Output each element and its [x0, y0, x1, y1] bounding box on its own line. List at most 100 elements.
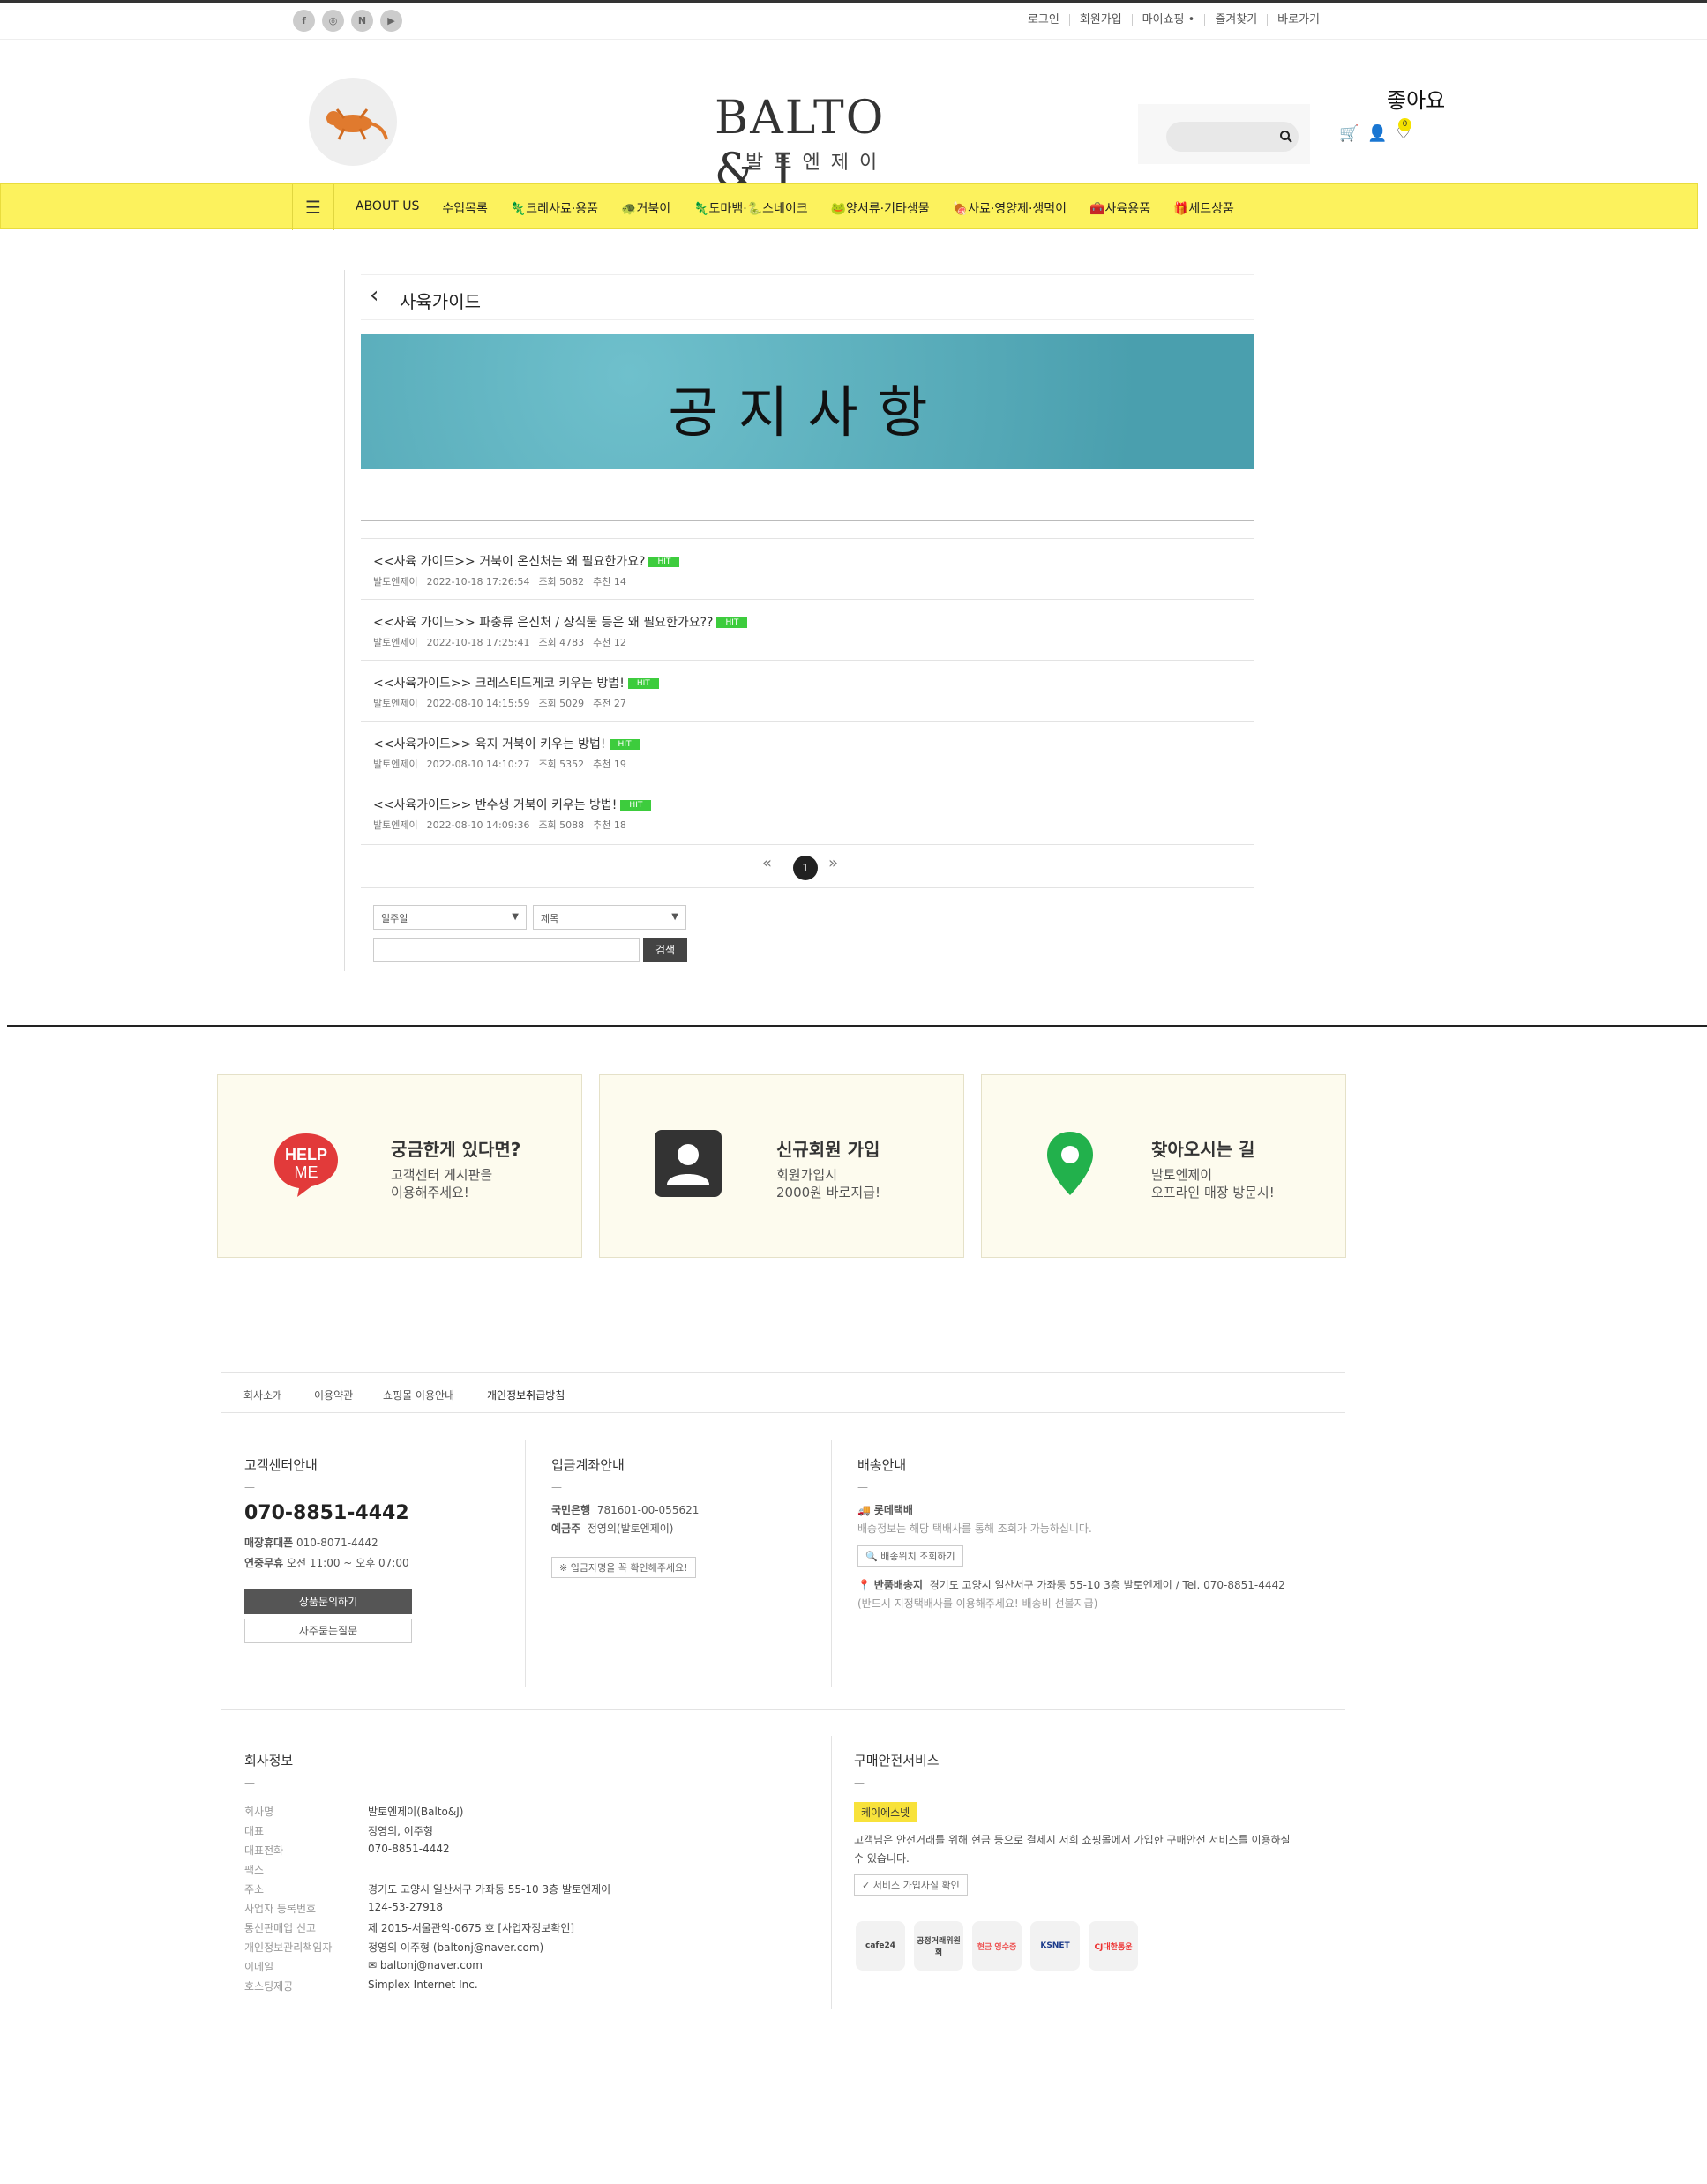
- cj-logo[interactable]: CJ대한통운: [1089, 1921, 1138, 1971]
- post-date: 2022-08-10 14:09:36: [426, 819, 530, 831]
- post-recommend: 추천 12: [593, 637, 626, 648]
- back-arrow-icon[interactable]: ‹: [370, 282, 378, 309]
- board-search-input[interactable]: [373, 938, 640, 962]
- list-item[interactable]: <<사육가이드>> 반수생 거북이 키우는 방법! HIT 발토엔제이 2022-0…: [361, 782, 1254, 842]
- row-value: 발토엔제이(Balto&J): [368, 1806, 464, 1818]
- cafe24-logo[interactable]: cafe24: [856, 1921, 905, 1971]
- post-author: 발토엔제이: [373, 576, 418, 587]
- prev-page-icon[interactable]: «: [762, 854, 772, 872]
- ksnet-logo[interactable]: KSNET: [1030, 1921, 1080, 1971]
- footer-link-guide[interactable]: 쇼핑몰 이용안내: [383, 1387, 454, 1402]
- card-title: 신규회원 가입: [776, 1139, 880, 1160]
- post-date: 2022-10-18 17:26:54: [426, 576, 530, 587]
- current-page[interactable]: 1: [793, 856, 818, 880]
- row-label: 회사명: [244, 1806, 274, 1818]
- card-line2: 이용해주세요!: [391, 1185, 469, 1200]
- nav-sets[interactable]: 🎁세트상품: [1173, 199, 1234, 217]
- ksnet-badge: 케이에스넷: [854, 1802, 917, 1822]
- nav-crested[interactable]: 🦎크레사료·용품: [511, 199, 598, 217]
- nav-imports[interactable]: 수입목록: [442, 199, 488, 217]
- post-title[interactable]: <<사육가이드>> 육지 거북이 키우는 방법!: [373, 737, 606, 752]
- post-author: 발토엔제이: [373, 698, 418, 709]
- cart-icon[interactable]: 🛒: [1339, 124, 1359, 143]
- youtube-icon[interactable]: ▶: [380, 10, 402, 32]
- safety-desc-line1: 고객님은 안전거래를 위해 현금 등으로 결제시 저희 쇼핑몰에서 가입한 구매…: [854, 1834, 1291, 1846]
- hours-label: 연중무휴: [244, 1557, 284, 1569]
- deposit-notice-button[interactable]: ※ 입금자명을 꼭 확인해주세요!: [551, 1557, 696, 1578]
- facebook-icon[interactable]: f: [293, 10, 315, 32]
- chevron-down-icon: ▼: [671, 912, 678, 922]
- shortcut-link[interactable]: 바로가기: [1267, 14, 1329, 26]
- nav-lizard-snake[interactable]: 🦎도마뱀·🐍스네이크: [693, 199, 807, 217]
- row-value: 124-53-27918: [368, 1901, 444, 1913]
- top-bar: f ◎ N ▶ 로그인 회원가입 마이쇼핑 • 즐겨찾기 바로가기: [0, 3, 1707, 40]
- period-select[interactable]: 일주일 ▼: [373, 905, 527, 930]
- cash-receipt-logo[interactable]: 현금 영수증: [972, 1921, 1022, 1971]
- field-select[interactable]: 제목 ▼: [533, 905, 686, 930]
- post-title[interactable]: <<사육가이드>> 크레스티드게코 키우는 방법!: [373, 677, 625, 691]
- cs-title: 고객센터안내: [244, 1457, 318, 1473]
- list-item[interactable]: <<사육 가이드>> 파충류 은신처 / 장식물 등은 왜 필요한가요?? HIT…: [361, 599, 1254, 660]
- product-inquiry-button[interactable]: 상품문의하기: [244, 1589, 412, 1614]
- post-title[interactable]: <<사육 가이드>> 파충류 은신처 / 장식물 등은 왜 필요한가요??: [373, 616, 713, 630]
- next-page-icon[interactable]: »: [828, 854, 838, 872]
- footer-link-about[interactable]: 회사소개: [243, 1387, 282, 1402]
- faq-button[interactable]: 자주묻는질문: [244, 1619, 412, 1643]
- lizard-avatar-icon[interactable]: [309, 78, 397, 166]
- post-author: 발토엔제이: [373, 759, 418, 770]
- row-label: 대표: [244, 1825, 265, 1837]
- post-views: 조회 5029: [538, 698, 585, 709]
- board-search-button[interactable]: 검색: [643, 938, 687, 962]
- safety-title: 구매안전서비스: [854, 1753, 940, 1769]
- cs-section: 고객센터안내 — 070-8851-4442 매장휴대폰 010-8071-44…: [244, 1455, 509, 1570]
- location-card[interactable]: 찾아오시는 길 발토엔제이 오프라인 매장 방문시!: [981, 1074, 1346, 1258]
- row-label: 대표전화: [244, 1844, 284, 1857]
- safety-desc: 고객님은 안전거래를 위해 현금 등으로 결제시 저희 쇼핑몰에서 가입한 구매…: [854, 1832, 1330, 1866]
- search-icon[interactable]: [1279, 130, 1293, 144]
- card-line2: 2000원 바로지급!: [776, 1185, 880, 1200]
- naver-icon[interactable]: N: [351, 10, 373, 32]
- dash: —: [854, 1776, 865, 1789]
- nav-supplies[interactable]: 🧰사육용품: [1089, 199, 1150, 217]
- delivery-section: 배송안내 — 🚚 롯데택배 배송정보는 해당 택배사를 통해 조회가 가능하십니…: [857, 1455, 1351, 1536]
- nav-amphibian[interactable]: 🐸양서류·기타생물: [831, 199, 930, 217]
- post-date: 2022-08-10 14:10:27: [426, 759, 530, 770]
- row-value: 070-8851-4442: [368, 1843, 450, 1855]
- track-delivery-button[interactable]: 🔍 배송위치 조회하기: [857, 1545, 963, 1567]
- bank-section: 입금계좌안내 — 국민은행 781601-00-055621 예금주 정영의(발…: [551, 1455, 816, 1536]
- post-title[interactable]: <<사육가이드>> 반수생 거북이 키우는 방법!: [373, 798, 617, 812]
- cs-phone: 070-8851-4442: [244, 1502, 409, 1524]
- signup-card[interactable]: 신규회원 가입 회원가입시 2000원 바로지급!: [599, 1074, 964, 1258]
- svg-text:HELP: HELP: [285, 1146, 327, 1163]
- list-item[interactable]: <<사육가이드>> 육지 거북이 키우는 방법! HIT 발토엔제이 2022-08…: [361, 721, 1254, 782]
- nav-turtle[interactable]: 🐢거북이: [621, 199, 670, 217]
- nav-about[interactable]: ABOUT US: [356, 199, 419, 217]
- signup-link[interactable]: 회원가입: [1068, 14, 1132, 26]
- list-item[interactable]: <<사육 가이드>> 거북이 온신처는 왜 필요한가요? HIT 발토엔제이 202…: [361, 538, 1254, 599]
- myshop-link[interactable]: 마이쇼핑 •: [1131, 14, 1205, 26]
- user-icon[interactable]: 👤: [1367, 124, 1387, 143]
- service-check-button[interactable]: ✓ 서비스 가입사실 확인: [854, 1874, 968, 1896]
- track-label: 배송위치 조회하기: [880, 1551, 955, 1562]
- post-views: 조회 4783: [538, 637, 585, 648]
- post-title[interactable]: <<사육 가이드>> 거북이 온신처는 왜 필요한가요?: [373, 555, 645, 569]
- ftc-logo[interactable]: 공정거래위원회: [914, 1921, 963, 1971]
- nav-food[interactable]: 🍖사료·영양제·생먹이: [953, 199, 1067, 217]
- help-card[interactable]: HELP ME 궁금한게 있다면? 고객센터 게시판을 이용해주세요!: [217, 1074, 582, 1258]
- card-title: 찾아오시는 길: [1151, 1139, 1255, 1160]
- field-value: 제목: [541, 913, 559, 924]
- row-label: 주소: [244, 1883, 265, 1896]
- menu-icon[interactable]: ☰: [292, 184, 334, 230]
- row-value: 정영의, 이주형: [368, 1825, 433, 1837]
- row-label: 팩스: [244, 1864, 265, 1876]
- cart-count-badge: 0: [1398, 118, 1411, 131]
- login-link[interactable]: 로그인: [1018, 14, 1069, 26]
- holder-label: 예금주: [551, 1522, 581, 1535]
- instagram-icon[interactable]: ◎: [322, 10, 344, 32]
- list-item[interactable]: <<사육가이드>> 크레스티드게코 키우는 방법! HIT 발토엔제이 2022-0…: [361, 660, 1254, 721]
- header: BALTO & J 발토엔제이 좋아요 🛒 👤 ♡ 0: [0, 41, 1707, 198]
- site-logo[interactable]: BALTO & J 발토엔제이: [684, 92, 935, 198]
- footer-link-privacy[interactable]: 개인정보취급방침: [487, 1387, 565, 1402]
- footer-link-terms[interactable]: 이용약관: [314, 1387, 353, 1402]
- bookmark-link[interactable]: 즐겨찾기: [1204, 14, 1267, 26]
